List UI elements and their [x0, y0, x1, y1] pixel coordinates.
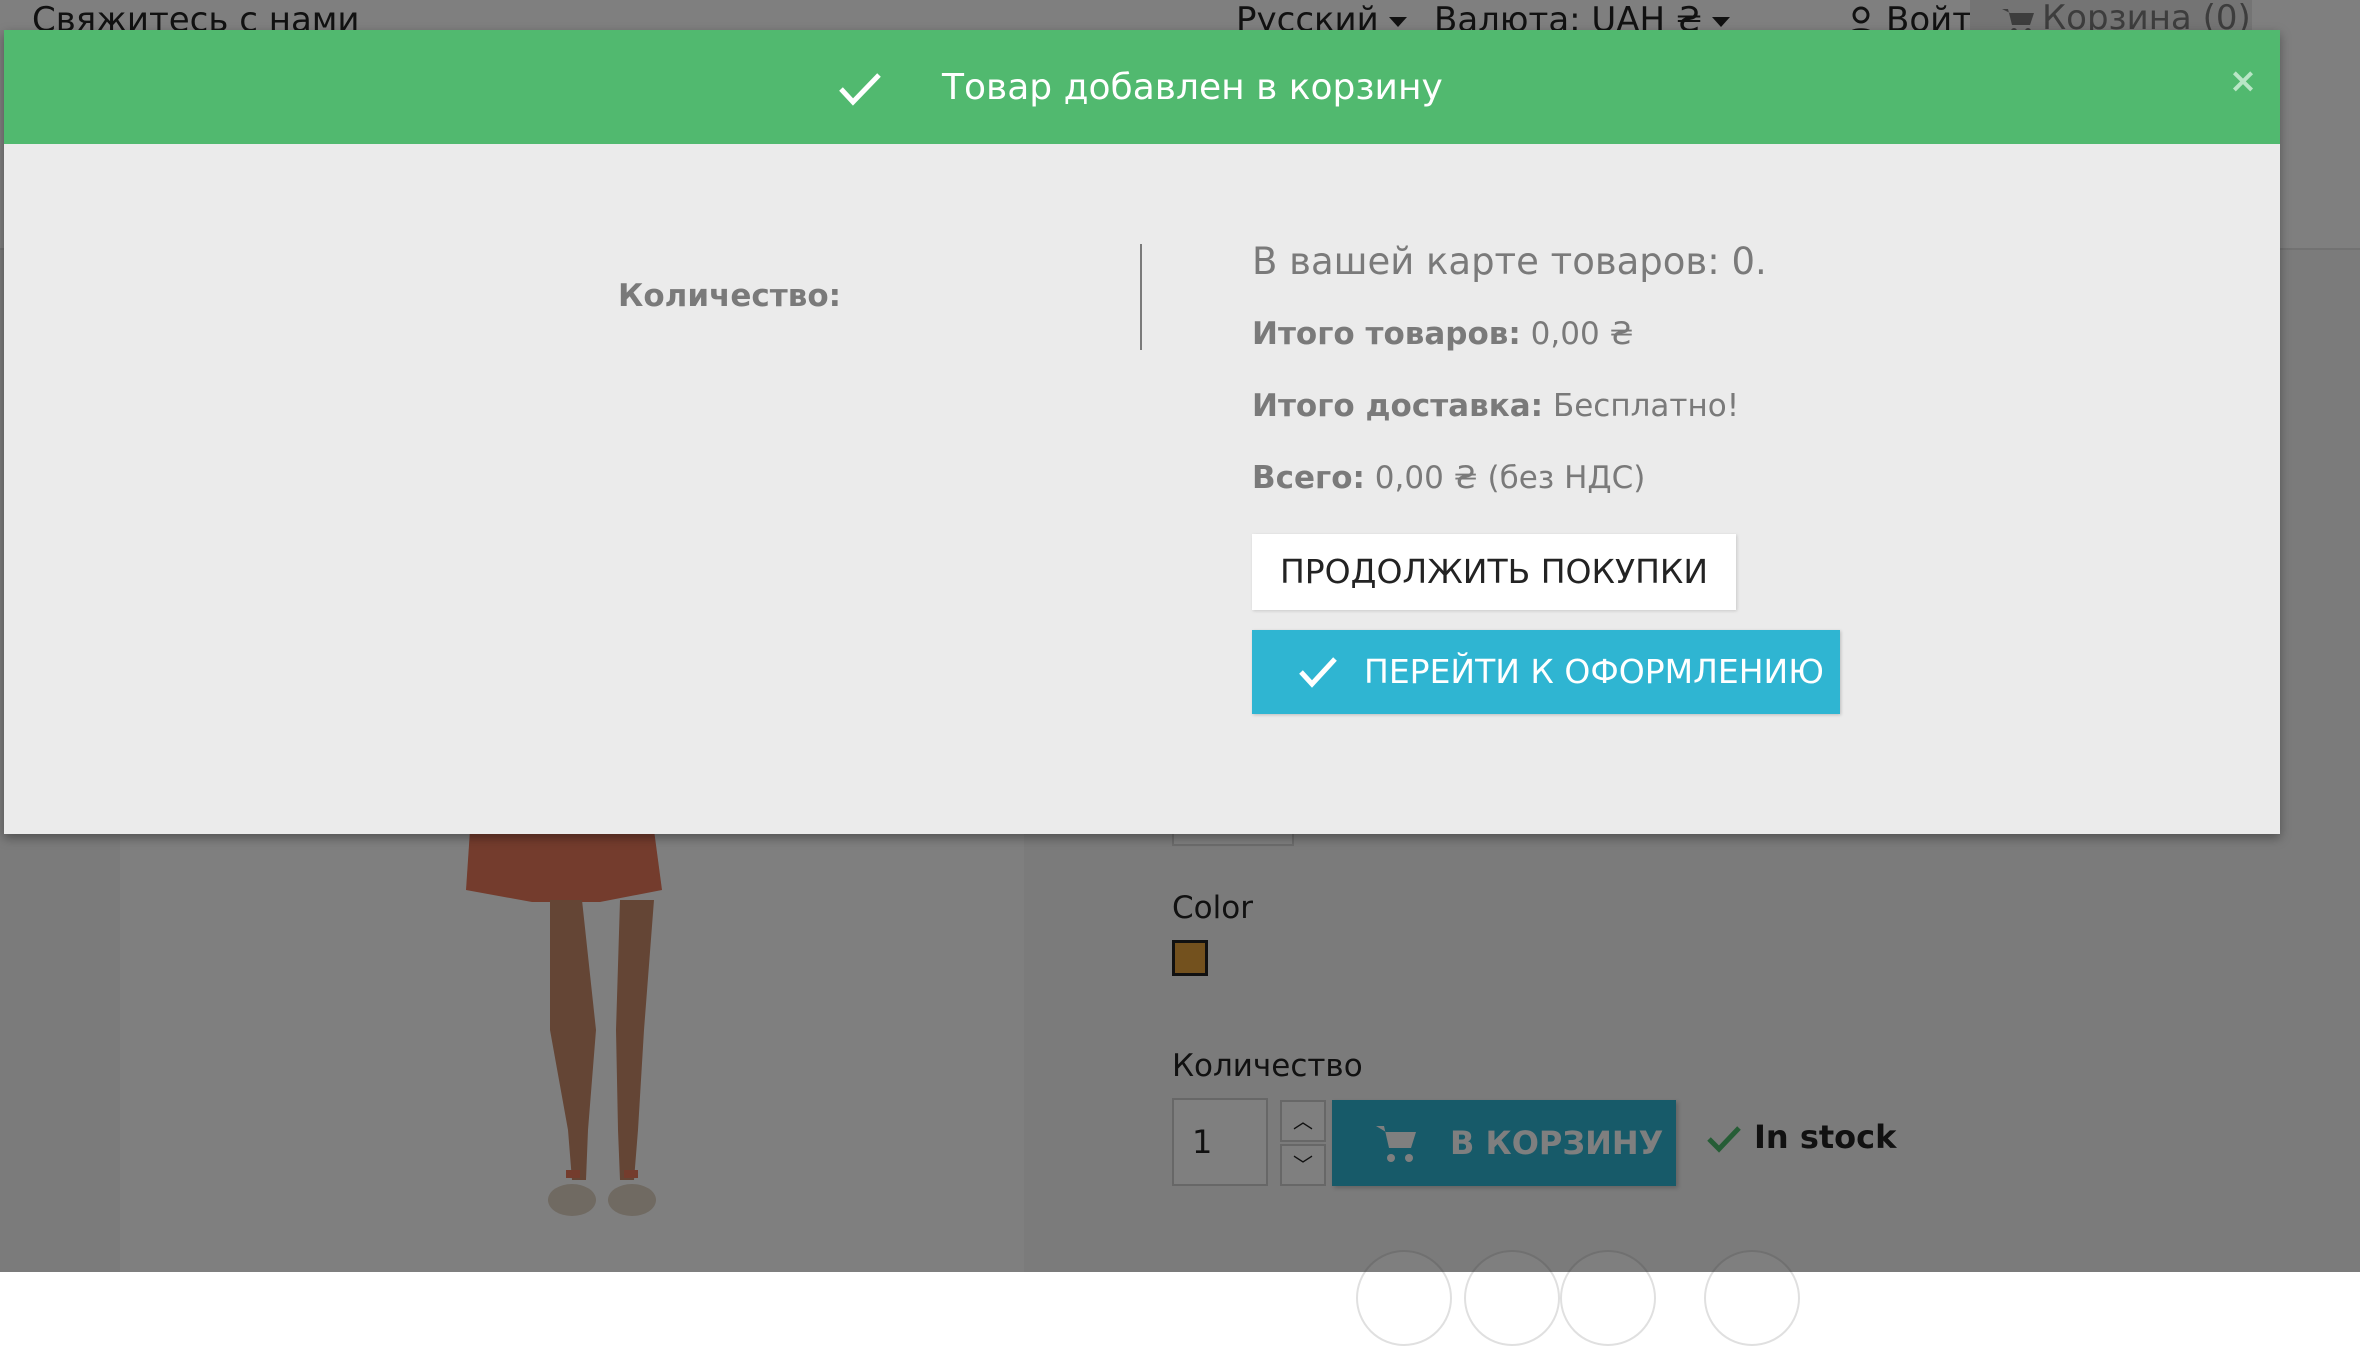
checkout-label: ПЕРЕЙТИ К ОФОРМЛЕНИЮ: [1364, 652, 1824, 691]
check-icon: [1299, 657, 1337, 688]
add-to-cart-modal: Товар добавлен в корзину × Количество: В…: [4, 30, 2280, 834]
shipping-line: Итого доставка: Бесплатно!: [1252, 388, 1739, 424]
modal-divider: [1140, 244, 1142, 350]
continue-shopping-button[interactable]: ПРОДОЛЖИТЬ ПОКУПКИ: [1252, 534, 1736, 610]
total-label: Всего:: [1252, 460, 1365, 496]
subtotal-label: Итого товаров:: [1252, 316, 1521, 352]
modal-header: Товар добавлен в корзину ×: [4, 30, 2280, 144]
subtotal-value: 0,00 ₴: [1530, 316, 1634, 352]
subtotal-line: Итого товаров: 0,00 ₴: [1252, 316, 1634, 352]
close-button[interactable]: ×: [2224, 62, 2262, 100]
shipping-value: Бесплатно!: [1552, 388, 1740, 424]
close-icon: ×: [2228, 61, 2258, 101]
proceed-to-checkout-button[interactable]: ПЕРЕЙТИ К ОФОРМЛЕНИЮ: [1252, 630, 1840, 714]
shipping-label: Итого доставка:: [1252, 388, 1544, 424]
check-icon: [839, 73, 881, 106]
modal-title: Товар добавлен в корзину: [942, 67, 1443, 108]
total-value: 0,00 ₴ (без НДС): [1374, 460, 1646, 496]
cart-count-text: В вашей карте товаров: 0.: [1252, 240, 1767, 283]
total-line: Всего: 0,00 ₴ (без НДС): [1252, 460, 1645, 496]
modal-quantity-label: Количество:: [618, 278, 842, 314]
